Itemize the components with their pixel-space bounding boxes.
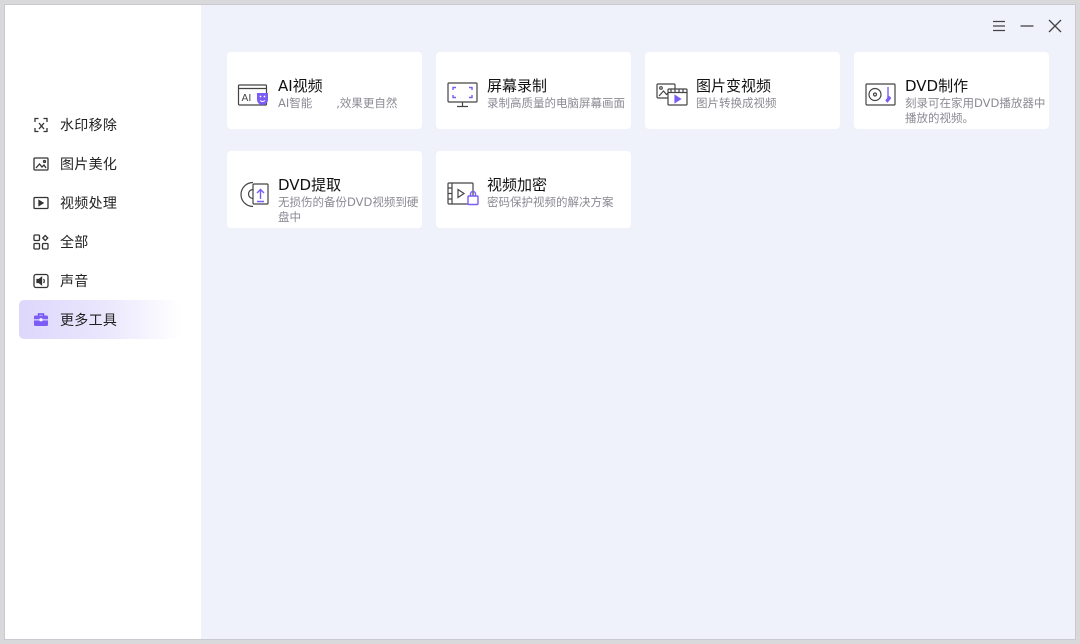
minimize-icon[interactable]: [1018, 17, 1036, 35]
tool-description: AI智能 ,效果更自然: [278, 96, 398, 110]
tool-title: 屏幕录制: [487, 77, 548, 95]
sidebar-item-audio[interactable]: 声音: [19, 261, 181, 300]
image-enhance-icon: [32, 155, 50, 173]
sidebar-item-label: 图片美化: [60, 156, 118, 173]
sidebar-item-image-enhance[interactable]: 图片美化: [19, 144, 181, 183]
tool-title: DVD提取: [278, 176, 342, 194]
menu-icon[interactable]: [990, 17, 1008, 35]
tool-card-screen-record[interactable]: 屏幕录制 录制高质量的电脑屏幕画面: [436, 52, 631, 129]
sidebar-item-label: 更多工具: [60, 312, 118, 329]
sidebar-item-video-process[interactable]: 视频处理: [19, 183, 181, 222]
video-process-icon: [32, 194, 50, 212]
app-window: 水印移除 图片美化 视频处理 全部 声音 更多工具 AI AI视频 AI智能 ,…: [4, 4, 1076, 640]
sidebar-item-label: 声音: [60, 273, 89, 290]
sidebar-item-all[interactable]: 全部: [19, 222, 181, 261]
sidebar-item-label: 全部: [60, 234, 89, 251]
tool-title: DVD制作: [905, 77, 969, 95]
tool-card-dvd-create[interactable]: DVD制作 刻录可在家用DVD播放器中播放的视频。: [854, 52, 1049, 129]
audio-icon: [32, 272, 50, 290]
tool-card-image-to-video[interactable]: 图片变视频 图片转换成视频: [645, 52, 840, 129]
tool-title: 图片变视频: [696, 77, 772, 95]
tool-description: 无损伤的备份DVD视频到硬盘中: [278, 195, 419, 224]
tool-card-ai-video[interactable]: AI AI视频 AI智能 ,效果更自然: [227, 52, 422, 129]
dvd-extract-icon: [237, 178, 271, 210]
tool-description: 图片转换成视频: [696, 96, 777, 110]
all-apps-icon: [32, 233, 50, 251]
tool-card-video-encrypt[interactable]: 视频加密 密码保护视频的解决方案: [436, 151, 631, 228]
close-icon[interactable]: [1046, 17, 1064, 35]
tool-description: 密码保护视频的解决方案: [487, 195, 614, 209]
sidebar-item-watermark-remove[interactable]: 水印移除: [19, 105, 181, 144]
sidebar-item-more-tools[interactable]: 更多工具: [19, 300, 181, 339]
tool-title: AI视频: [278, 77, 323, 95]
sidebar: 水印移除 图片美化 视频处理 全部 声音 更多工具: [5, 5, 201, 639]
sidebar-item-label: 水印移除: [60, 117, 118, 134]
watermark-remove-icon: [32, 116, 50, 134]
tool-description: 录制高质量的电脑屏幕画面: [487, 96, 625, 110]
video-encrypt-icon: [446, 178, 480, 210]
tool-card-dvd-extract[interactable]: DVD提取 无损伤的备份DVD视频到硬盘中: [227, 151, 422, 228]
image-to-video-icon: [655, 79, 689, 111]
tool-title: 视频加密: [487, 176, 548, 194]
svg-text:AI: AI: [242, 93, 252, 104]
sidebar-item-label: 视频处理: [60, 195, 118, 212]
ai-video-icon: AI: [237, 79, 271, 111]
dvd-create-icon: [864, 79, 898, 111]
toolbox-icon: [32, 311, 50, 329]
tool-description: 刻录可在家用DVD播放器中播放的视频。: [905, 96, 1046, 125]
screen-record-icon: [446, 79, 480, 111]
main-panel: AI AI视频 AI智能 ,效果更自然 屏幕录制 录制高质量的电脑屏幕画面 图片…: [201, 5, 1075, 639]
